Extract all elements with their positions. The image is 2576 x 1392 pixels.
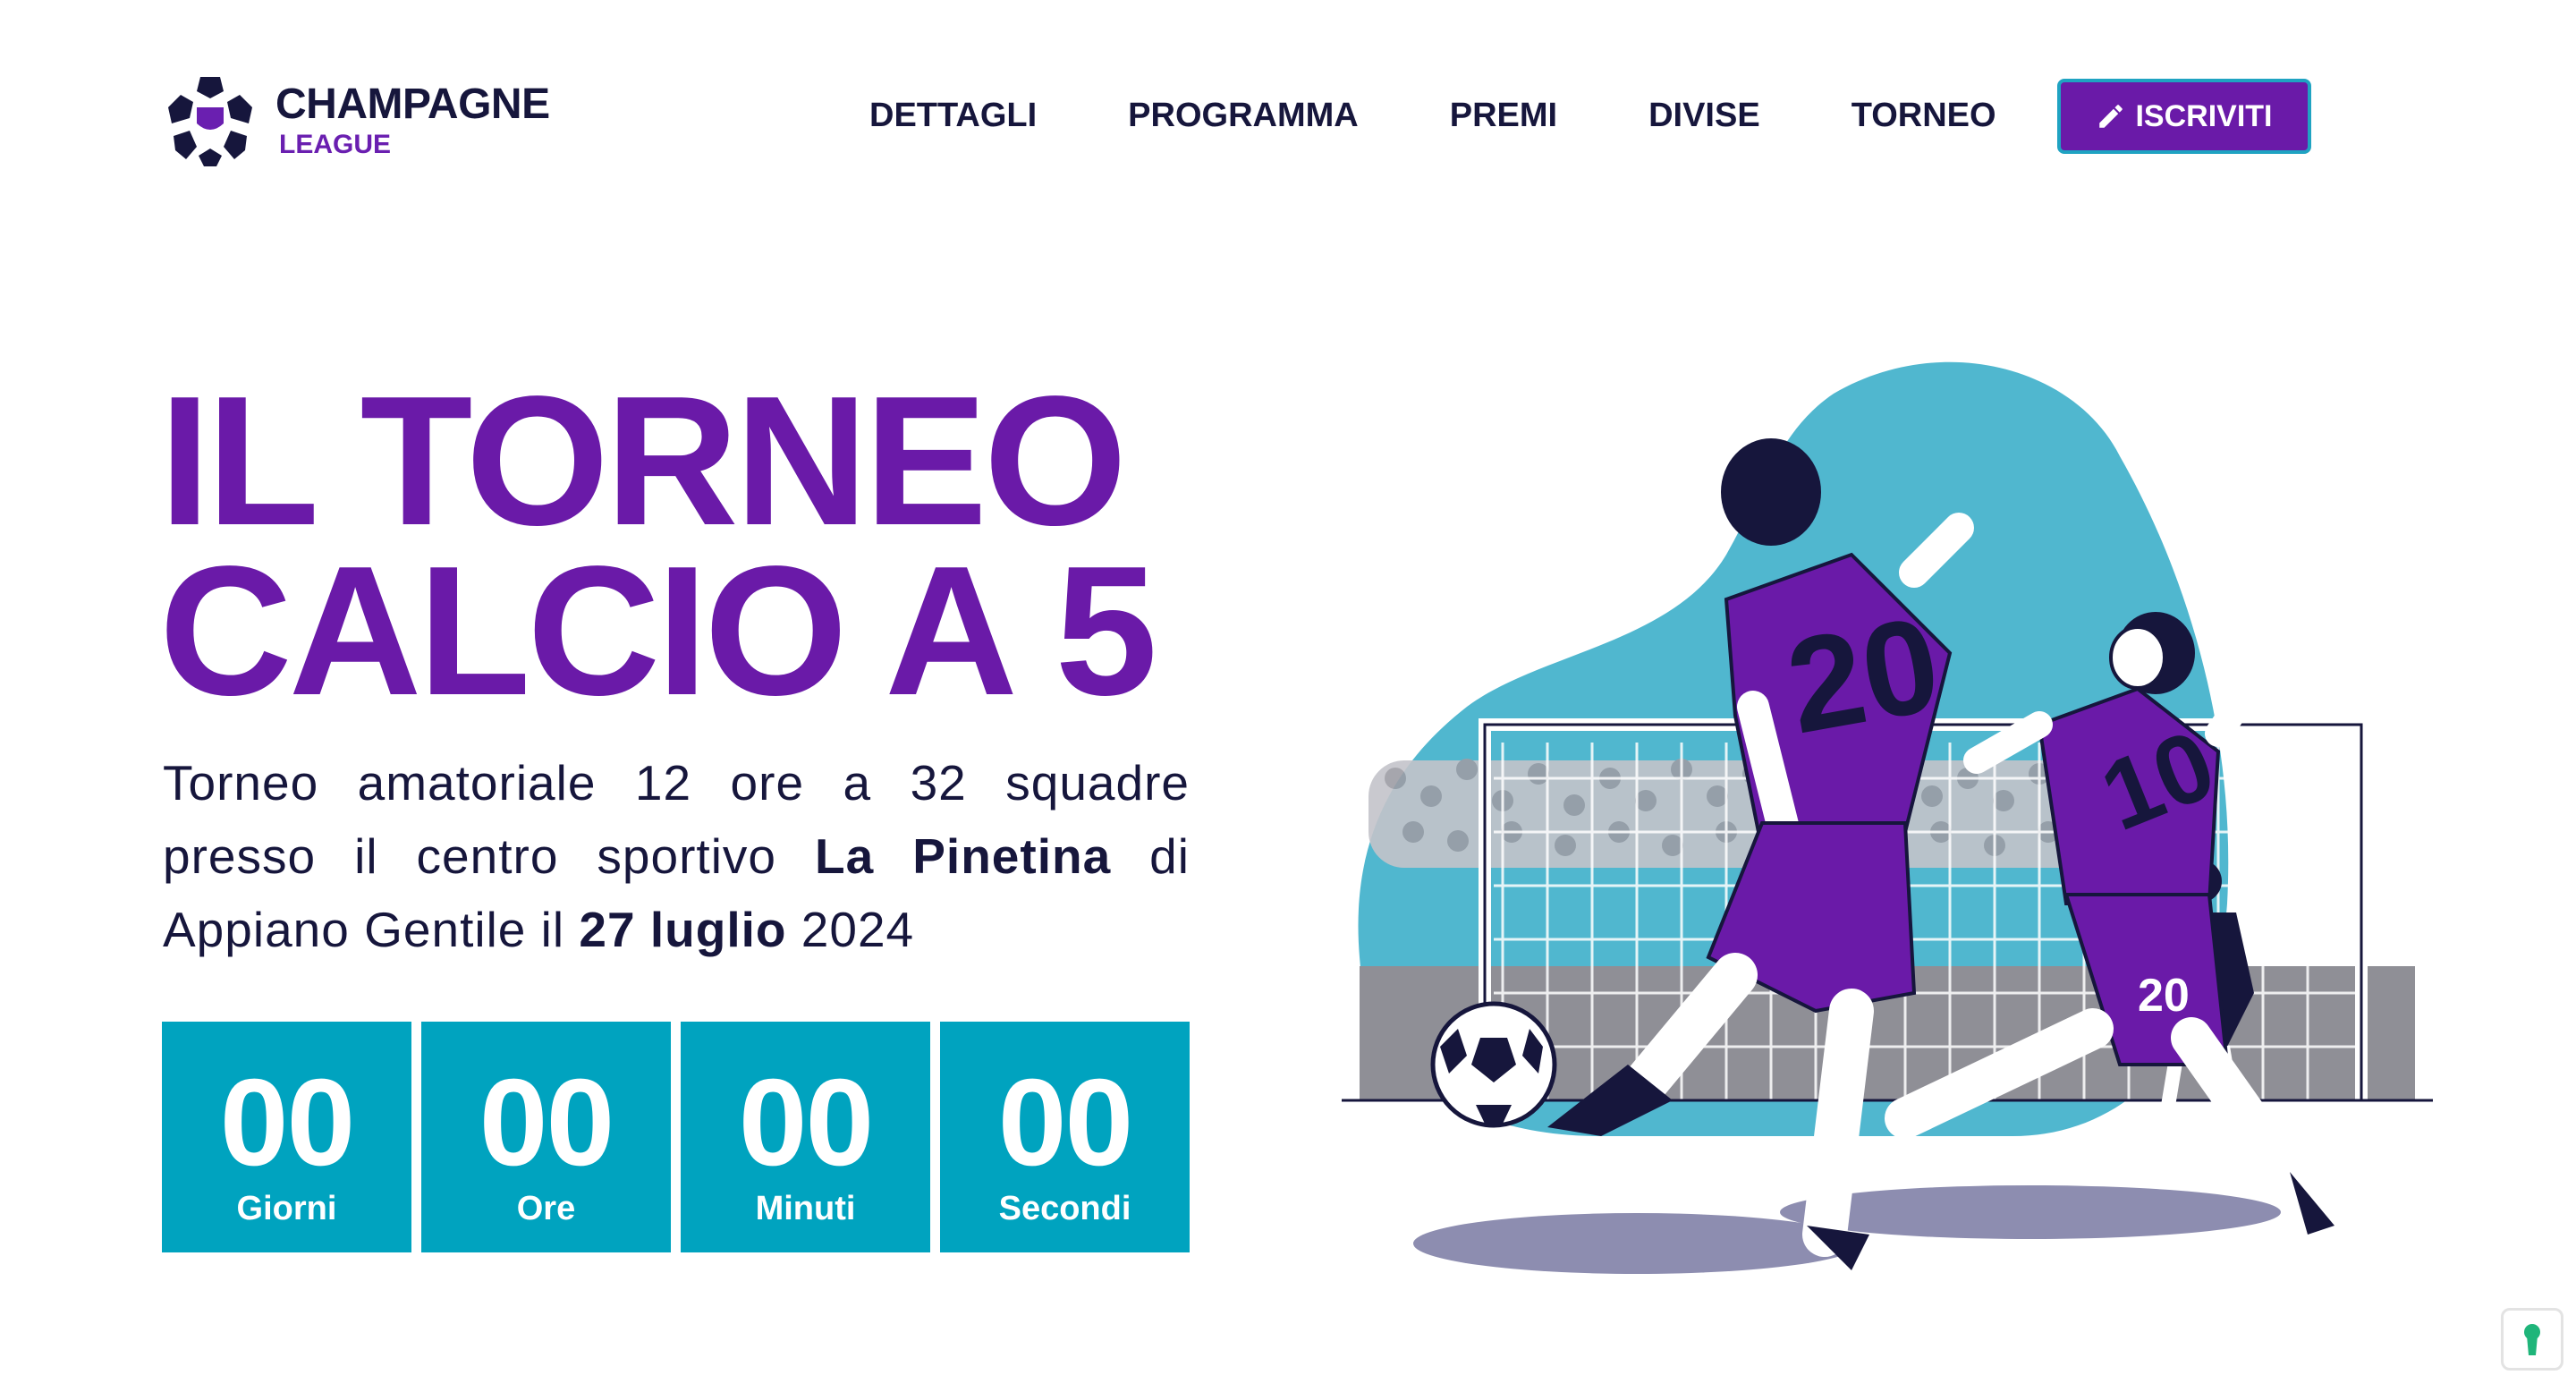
nav-item-torneo[interactable]: TORNEO — [1852, 97, 1996, 135]
brand-logo[interactable]: CHAMPAGNE LEAGUE — [161, 72, 550, 170]
countdown-seconds-label: Secondi — [998, 1190, 1131, 1227]
brand-subname: LEAGUE — [279, 130, 392, 159]
iscriviti-label: ISCRIVITI — [2135, 98, 2273, 133]
soccer-ball-logo-icon — [168, 77, 252, 166]
nav-item-programma[interactable]: PROGRAMMA — [1128, 97, 1359, 135]
jersey-number-10: 20 — [1776, 588, 1949, 761]
keyhole-widget-button[interactable] — [2501, 1308, 2563, 1371]
venue-name: La Pinetina — [815, 828, 1112, 884]
countdown-minutes: 00 Minuti — [681, 1022, 930, 1252]
countdown-minutes-label: Minuti — [755, 1190, 856, 1227]
countdown-days-value: 00 — [219, 1054, 355, 1192]
countdown-days: 00 Giorni — [162, 1022, 411, 1252]
countdown: 00 Giorni 00 Ore 00 Minuti 00 Secondi — [162, 1022, 1190, 1252]
keyhole-lock-icon — [2524, 1324, 2540, 1355]
countdown-minutes-value: 00 — [738, 1054, 874, 1192]
countdown-seconds-value: 00 — [997, 1054, 1133, 1192]
hero-title: IL TORNEO CALCIO A 5 — [159, 358, 1157, 734]
countdown-seconds: 00 Secondi — [940, 1022, 1190, 1252]
iscriviti-button[interactable]: ISCRIVITI — [2057, 79, 2311, 154]
shorts-number-20: 20 — [2138, 970, 2190, 1022]
pencil-icon — [2099, 105, 2123, 128]
desc-text-3: 2024 — [786, 902, 915, 957]
soccer-ball — [1430, 1001, 1557, 1128]
nav-item-dettagli[interactable]: DETTAGLI — [869, 97, 1037, 135]
hero-title-line2: CALCIO A 5 — [159, 528, 1157, 734]
main-nav: DETTAGLI PROGRAMMA PREMI DIVISE TORNEO — [869, 97, 1996, 135]
hero-title-line1: IL TORNEO — [159, 358, 1127, 564]
countdown-hours-value: 00 — [479, 1054, 614, 1192]
event-date: 27 luglio — [579, 902, 787, 957]
countdown-hours-label: Ore — [516, 1190, 576, 1227]
nav-item-divise[interactable]: DIVISE — [1648, 97, 1760, 135]
futsal-players-illustration: 10 20 20 — [1342, 361, 2433, 1274]
nav-item-premi[interactable]: PREMI — [1450, 97, 1557, 135]
hero-description: Torneo amatoriale 12 ore a 32 squadre pr… — [163, 746, 1190, 966]
countdown-days-label: Giorni — [236, 1190, 337, 1227]
brand-name: CHAMPAGNE — [275, 81, 550, 128]
countdown-hours: 00 Ore — [421, 1022, 671, 1252]
